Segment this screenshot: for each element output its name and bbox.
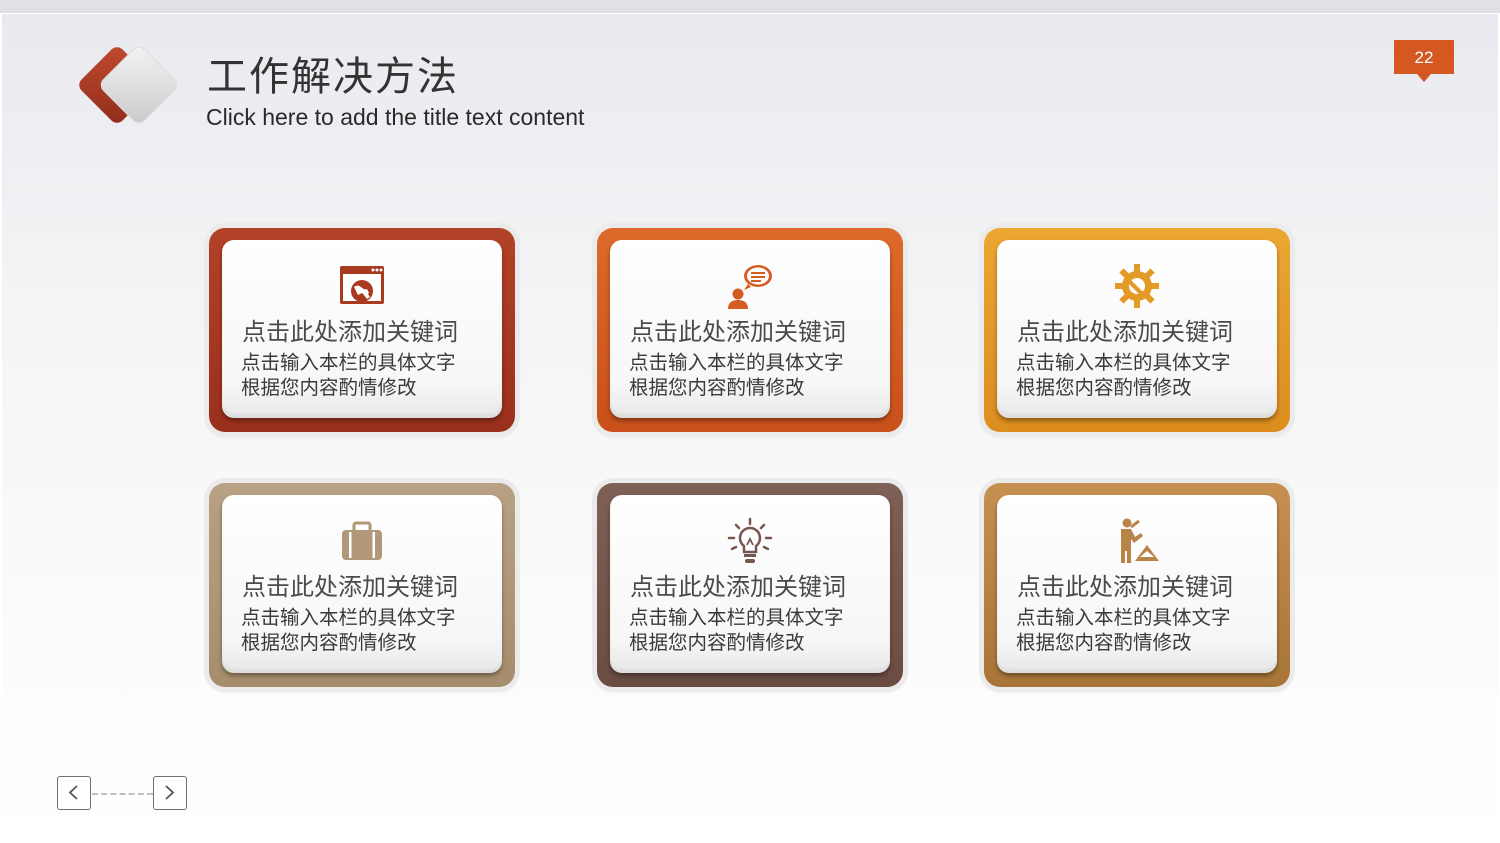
prev-slide-button[interactable]	[57, 776, 91, 810]
gear-wrench-icon	[1115, 264, 1159, 308]
card-description-line2: 根据您内容酌情修改	[629, 376, 805, 399]
chevron-left-icon	[68, 785, 78, 800]
card-description: 点击输入本栏的具体文字 根据您内容酌情修改	[629, 350, 844, 400]
card-inner: 点击此处添加关键词 点击输入本栏的具体文字 根据您内容酌情修改	[997, 495, 1277, 673]
card-description-line2: 根据您内容酌情修改	[1016, 376, 1192, 399]
card-inner: 点击此处添加关键词 点击输入本栏的具体文字 根据您内容酌情修改	[610, 495, 890, 673]
card-description: 点击输入本栏的具体文字 根据您内容酌情修改	[241, 605, 456, 655]
top-bar	[0, 0, 1500, 13]
solution-card-5[interactable]: 点击此处添加关键词 点击输入本栏的具体文字 根据您内容酌情修改	[597, 483, 903, 687]
solution-card-1[interactable]: 点击此处添加关键词 点击输入本栏的具体文字 根据您内容酌情修改	[209, 228, 515, 432]
card-keyword: 点击此处添加关键词	[242, 573, 458, 601]
card-keyword: 点击此处添加关键词	[630, 573, 846, 601]
web-browser-icon	[340, 266, 384, 304]
page-number-badge: 22	[1394, 40, 1454, 82]
chevron-right-icon	[165, 785, 175, 800]
next-slide-button[interactable]	[153, 776, 187, 810]
diamond-logo-icon	[79, 46, 178, 124]
card-description: 点击输入本栏的具体文字 根据您内容酌情修改	[1016, 605, 1231, 655]
card-description-line1: 点击输入本栏的具体文字	[629, 606, 844, 629]
briefcase-icon	[342, 521, 382, 560]
card-description-line1: 点击输入本栏的具体文字	[241, 606, 456, 629]
card-description-line2: 根据您内容酌情修改	[241, 631, 417, 654]
card-description-line1: 点击输入本栏的具体文字	[1016, 606, 1231, 629]
card-description-line1: 点击输入本栏的具体文字	[241, 351, 456, 374]
card-keyword: 点击此处添加关键词	[1017, 318, 1233, 346]
card-description: 点击输入本栏的具体文字 根据您内容酌情修改	[629, 605, 844, 655]
lightbulb-icon	[727, 517, 773, 563]
solution-card-4[interactable]: 点击此处添加关键词 点击输入本栏的具体文字 根据您内容酌情修改	[209, 483, 515, 687]
card-inner: 点击此处添加关键词 点击输入本栏的具体文字 根据您内容酌情修改	[222, 240, 502, 418]
card-description: 点击输入本栏的具体文字 根据您内容酌情修改	[1016, 350, 1231, 400]
nav-divider	[92, 793, 153, 795]
page-subtitle: Click here to add the title text content	[206, 104, 585, 130]
card-description-line2: 根据您内容酌情修改	[241, 376, 417, 399]
card-keyword: 点击此处添加关键词	[1017, 573, 1233, 601]
solution-card-6[interactable]: 点击此处添加关键词 点击输入本栏的具体文字 根据您内容酌情修改	[984, 483, 1290, 687]
card-inner: 点击此处添加关键词 点击输入本栏的具体文字 根据您内容酌情修改	[610, 240, 890, 418]
page-title: 工作解决方法	[207, 54, 459, 100]
card-description-line2: 根据您内容酌情修改	[1016, 631, 1192, 654]
card-description-line1: 点击输入本栏的具体文字	[1016, 351, 1231, 374]
worker-icon	[1121, 518, 1159, 563]
card-inner: 点击此处添加关键词 点击输入本栏的具体文字 根据您内容酌情修改	[997, 240, 1277, 418]
solution-card-2[interactable]: 点击此处添加关键词 点击输入本栏的具体文字 根据您内容酌情修改	[597, 228, 903, 432]
card-keyword: 点击此处添加关键词	[242, 318, 458, 346]
card-description-line1: 点击输入本栏的具体文字	[629, 351, 844, 374]
card-description-line2: 根据您内容酌情修改	[629, 631, 805, 654]
chat-user-icon	[728, 265, 772, 309]
card-description: 点击输入本栏的具体文字 根据您内容酌情修改	[241, 350, 456, 400]
card-keyword: 点击此处添加关键词	[630, 318, 846, 346]
solution-card-3[interactable]: 点击此处添加关键词 点击输入本栏的具体文字 根据您内容酌情修改	[984, 228, 1290, 432]
card-inner: 点击此处添加关键词 点击输入本栏的具体文字 根据您内容酌情修改	[222, 495, 502, 673]
